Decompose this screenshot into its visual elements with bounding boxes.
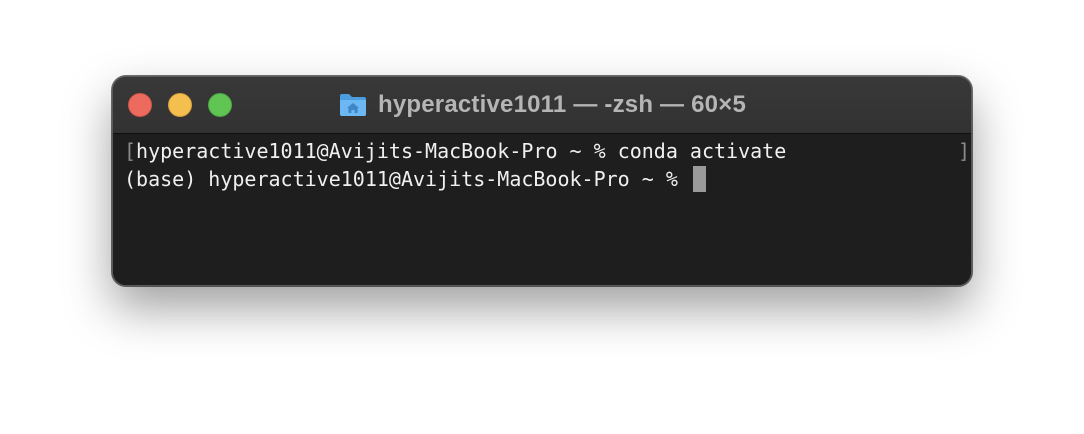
terminal-content[interactable]: [hyperactive1011@Avijits-MacBook-Pro ~ %… xyxy=(113,134,971,285)
command-text: hyperactive1011@Avijits-MacBook-Pro ~ % … xyxy=(136,139,787,163)
terminal-line-2: (base) hyperactive1011@Avijits-MacBook-P… xyxy=(124,165,706,193)
window-title: hyperactive1011 — -zsh — 60×5 xyxy=(113,77,971,133)
line-mark-right: ] xyxy=(957,139,970,163)
title-text: hyperactive1011 — -zsh — 60×5 xyxy=(377,91,746,118)
desktop-background: hyperactive1011 — -zsh — 60×5 [hyperacti… xyxy=(0,0,1084,434)
terminal-window: hyperactive1011 — -zsh — 60×5 [hyperacti… xyxy=(112,76,972,286)
terminal-line-1: [hyperactive1011@Avijits-MacBook-Pro ~ %… xyxy=(124,137,786,165)
prompt-text: (base) hyperactive1011@Avijits-MacBook-P… xyxy=(124,167,690,191)
title-bar[interactable]: hyperactive1011 — -zsh — 60×5 xyxy=(113,77,971,134)
line-mark-left: [ xyxy=(124,139,137,163)
text-cursor xyxy=(692,166,706,192)
home-folder-icon xyxy=(338,92,368,118)
